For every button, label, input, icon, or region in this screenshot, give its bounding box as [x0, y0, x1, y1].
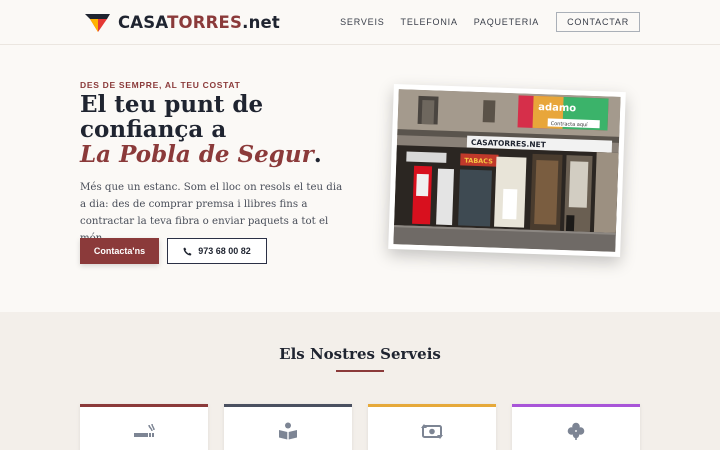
logo-mark-icon [85, 14, 110, 32]
photo-sign-tabacs: TABACS [464, 157, 493, 166]
card-top-bar [512, 404, 640, 407]
services-title-underline [336, 370, 384, 372]
main-nav: SERVEIS TELEFONIA PAQUETERIA CONTACTAR [340, 12, 640, 32]
money-exchange-icon [421, 424, 443, 439]
brand-part2: TORRES [167, 12, 243, 32]
service-card-tabac[interactable] [80, 404, 208, 450]
brand-part1: CASA [118, 12, 168, 32]
contactar-button[interactable]: CONTACTAR [556, 12, 640, 32]
phone-icon [183, 247, 192, 255]
service-card-pagaments[interactable] [368, 404, 496, 450]
nav-item-serveis[interactable]: SERVEIS [340, 17, 384, 27]
service-card-loteries[interactable] [512, 404, 640, 450]
hero-title-line2: confiança a [80, 116, 227, 143]
contact-button[interactable]: Contacta'ns [80, 238, 159, 264]
nav-item-paqueteria[interactable]: PAQUETERIA [474, 17, 539, 27]
card-top-bar [80, 404, 208, 407]
brand-logo[interactable]: CASATORRES.net [84, 11, 280, 33]
services-section: Els Nostres Serveis [0, 312, 720, 450]
service-card-premsa[interactable] [224, 404, 352, 450]
photo-sign-adamo: adamo [538, 102, 576, 114]
phone-button[interactable]: 973 68 00 82 [167, 238, 267, 264]
smoking-icon [134, 423, 155, 437]
site-header: CASATORRES.net SERVEIS TELEFONIA PAQUETE… [0, 0, 720, 45]
brand-name: CASATORRES.net [118, 13, 280, 32]
services-title: Els Nostres Serveis [279, 345, 441, 363]
card-top-bar [368, 404, 496, 407]
phone-number: 973 68 00 82 [198, 246, 251, 256]
hero-title-highlight: La Pobla de Segur [80, 141, 314, 168]
hero-description: Més que un estanc. Som el lloc on resols… [80, 182, 343, 244]
card-top-bar [224, 404, 352, 407]
hero-eyebrow: DES DE SEMPRE, AL TEU COSTAT [80, 80, 241, 90]
nav-item-telefonia[interactable]: TELEFONIA [401, 17, 458, 27]
storefront-image: adamo Contracta aquí CASATORRES.NET TABA… [393, 89, 621, 252]
hero-title-line1: El teu punt de [80, 91, 264, 118]
book-reader-icon [279, 422, 297, 440]
storefront-photo: adamo Contracta aquí CASATORRES.NET TABA… [388, 84, 626, 257]
brand-part3: .net [242, 12, 281, 32]
photo-sign-contracta: Contracta aquí [551, 120, 589, 128]
hero-title-end: . [313, 141, 322, 168]
hero-title: El teu punt de confiança a La Pobla de S… [80, 92, 380, 167]
clover-icon [567, 422, 585, 440]
